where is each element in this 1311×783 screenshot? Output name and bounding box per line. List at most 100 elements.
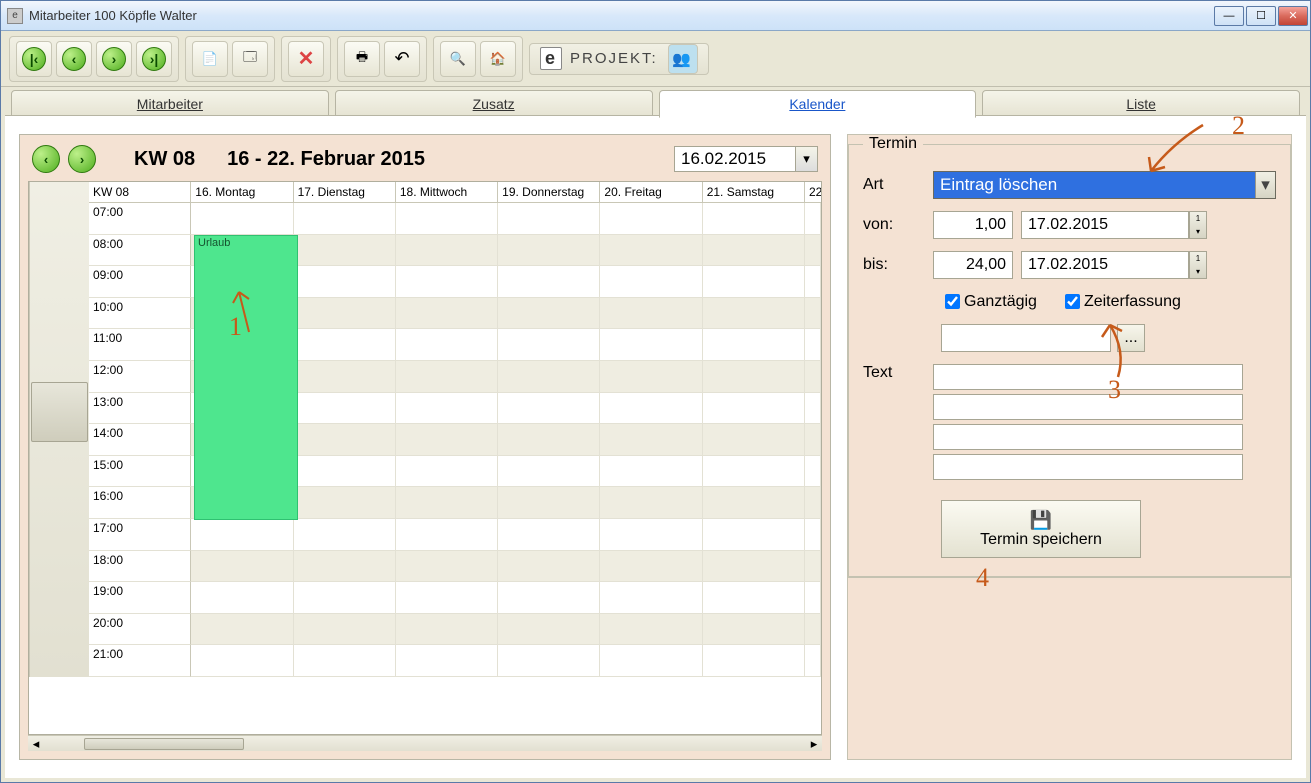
calendar-cell[interactable] (703, 645, 805, 677)
calendar-cell[interactable] (498, 393, 600, 425)
week-next-button[interactable]: › (68, 145, 96, 173)
calendar-cell[interactable] (703, 361, 805, 393)
calendar-cell[interactable] (294, 393, 396, 425)
calendar-cell[interactable] (805, 393, 821, 425)
calendar-cell[interactable] (600, 614, 702, 646)
text-input-2[interactable] (933, 394, 1243, 420)
calendar-cell[interactable] (600, 424, 702, 456)
calendar-cell[interactable] (703, 266, 805, 298)
text-input-1[interactable] (933, 364, 1243, 390)
chevron-down-icon[interactable]: ▾ (795, 147, 817, 171)
close-button[interactable]: ✕ (1278, 6, 1308, 26)
calendar-cell[interactable] (498, 298, 600, 330)
calendar-cell[interactable] (498, 361, 600, 393)
ganztag-check-input[interactable] (945, 294, 960, 309)
bis-time-input[interactable] (933, 251, 1013, 279)
calendar-cell[interactable] (396, 519, 498, 551)
calendar-cell[interactable] (294, 329, 396, 361)
search-button[interactable]: 🔍 (440, 41, 476, 77)
calendar-cell[interactable] (498, 645, 600, 677)
text-input-4[interactable] (933, 454, 1243, 480)
calendar-cell[interactable] (703, 582, 805, 614)
calendar-cell[interactable] (805, 645, 821, 677)
calendar-cell[interactable] (396, 298, 498, 330)
save-termin-button[interactable]: 💾 Termin speichern (941, 500, 1141, 558)
calendar-cell[interactable] (703, 329, 805, 361)
delete-button[interactable]: ✕ (288, 41, 324, 77)
tab-mitarbeiter[interactable]: Mitarbeiter (11, 90, 329, 118)
tab-kalender[interactable]: Kalender (659, 90, 977, 118)
calendar-cell[interactable] (600, 519, 702, 551)
calendar-cell[interactable] (396, 393, 498, 425)
calendar-cell[interactable] (805, 519, 821, 551)
calendar-cell[interactable] (805, 361, 821, 393)
calendar-cell[interactable] (805, 329, 821, 361)
calendar-cell[interactable] (396, 487, 498, 519)
calendar-cell[interactable] (396, 582, 498, 614)
calendar-cell[interactable] (498, 329, 600, 361)
calendar-cell[interactable] (600, 645, 702, 677)
von-time-input[interactable] (933, 211, 1013, 239)
bis-spinner[interactable]: 1▾ (1189, 251, 1207, 279)
calendar-cell[interactable] (600, 266, 702, 298)
calendar-cell[interactable] (191, 203, 293, 235)
calendar-cell[interactable] (703, 203, 805, 235)
undo-button[interactable]: ↶ (384, 41, 420, 77)
bis-date-input[interactable] (1021, 251, 1189, 279)
calendar-cell[interactable] (805, 424, 821, 456)
calendar-cell[interactable] (805, 298, 821, 330)
calendar-cell[interactable] (600, 456, 702, 488)
calendar-cell[interactable] (600, 329, 702, 361)
calendar-cell[interactable] (703, 519, 805, 551)
calendar-cell[interactable] (703, 487, 805, 519)
calendar-cell[interactable] (191, 519, 293, 551)
calendar-grid[interactable]: KW 0816. Montag17. Dienstag18. Mittwoch1… (28, 181, 822, 735)
date-picker[interactable]: ▾ (674, 146, 818, 172)
tab-zusatz[interactable]: Zusatz (335, 90, 653, 118)
calendar-cell[interactable] (294, 551, 396, 583)
calendar-cell[interactable] (498, 551, 600, 583)
calendar-cell[interactable] (805, 551, 821, 583)
scroll-right-icon[interactable]: ▸ (806, 736, 822, 752)
calendar-cell[interactable] (703, 298, 805, 330)
calendar-cell[interactable] (703, 551, 805, 583)
von-spinner[interactable]: 1▾ (1189, 211, 1207, 239)
calendar-cell[interactable] (294, 298, 396, 330)
calendar-cell[interactable] (703, 424, 805, 456)
new-button[interactable]: 📄 (192, 41, 228, 77)
calendar-cell[interactable] (396, 645, 498, 677)
von-date-input[interactable] (1021, 211, 1189, 239)
chevron-down-icon[interactable]: ▾ (1255, 172, 1275, 198)
calendar-cell[interactable] (498, 266, 600, 298)
calendar-cell[interactable] (396, 614, 498, 646)
calendar-cell[interactable] (805, 614, 821, 646)
home-button[interactable]: 🏠 (480, 41, 516, 77)
scroll-left-icon[interactable]: ◂ (28, 736, 44, 752)
week-prev-button[interactable]: ‹ (32, 145, 60, 173)
print-button[interactable]: 🖶 (344, 41, 380, 77)
calendar-cell[interactable] (498, 203, 600, 235)
calendar-cell[interactable] (805, 235, 821, 267)
browse-button[interactable]: ... (1117, 324, 1145, 352)
nav-prev-button[interactable]: ‹ (56, 41, 92, 77)
vertical-scrollbar[interactable] (29, 182, 89, 677)
calendar-cell[interactable] (600, 361, 702, 393)
minimize-button[interactable]: — (1214, 6, 1244, 26)
nav-last-button[interactable]: ›| (136, 41, 172, 77)
calendar-cell[interactable] (498, 456, 600, 488)
tab-liste[interactable]: Liste (982, 90, 1300, 118)
calendar-cell[interactable] (805, 487, 821, 519)
hscroll-thumb[interactable] (84, 738, 244, 750)
calendar-cell[interactable] (805, 456, 821, 488)
calendar-cell[interactable] (396, 329, 498, 361)
calendar-cell[interactable] (703, 235, 805, 267)
calendar-cell[interactable] (600, 298, 702, 330)
calendar-cell[interactable] (805, 203, 821, 235)
calendar-cell[interactable] (703, 456, 805, 488)
calendar-cell[interactable] (191, 645, 293, 677)
zeiterfassung-checkbox[interactable]: Zeiterfassung (1061, 291, 1181, 312)
calendar-cell[interactable] (294, 487, 396, 519)
calendar-cell[interactable] (396, 266, 498, 298)
calendar-cell[interactable] (396, 456, 498, 488)
calendar-cell[interactable] (294, 519, 396, 551)
